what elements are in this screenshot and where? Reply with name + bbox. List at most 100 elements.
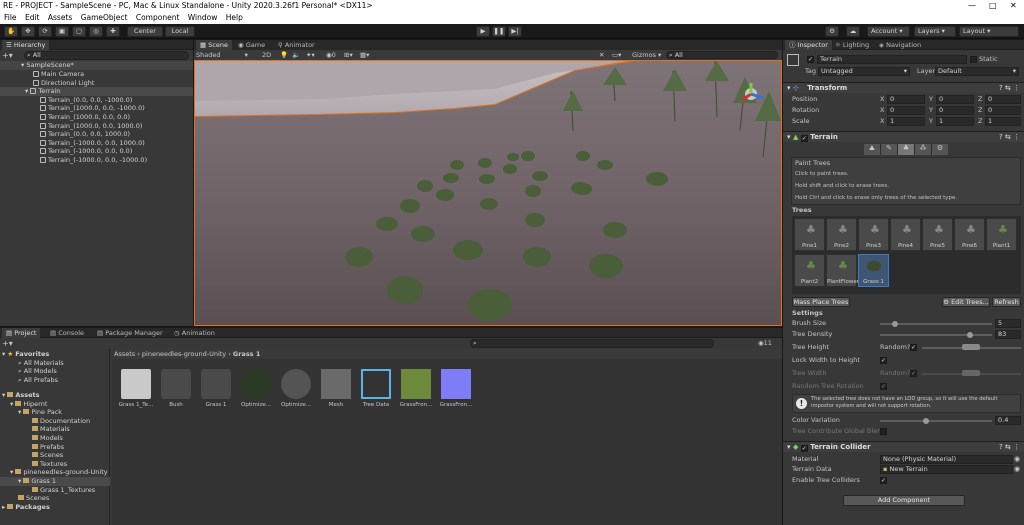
rect-tool-icon[interactable]: ▢	[72, 26, 86, 37]
asset-item[interactable]: Grass 1_Te...	[118, 369, 154, 408]
tree-tile[interactable]: ♣ Pine1	[794, 218, 825, 251]
account-dropdown[interactable]: Account ▾	[867, 26, 910, 37]
custom-tool-icon[interactable]: ✚	[106, 26, 120, 37]
scale-z-field[interactable]: 1	[985, 117, 1021, 126]
layer-dropdown[interactable]: Default ▾	[935, 67, 1019, 76]
object-picker-icon[interactable]: ◉	[1014, 465, 1020, 474]
hierarchy-search-input[interactable]: ⌕ All	[24, 51, 189, 60]
raise-terrain-icon[interactable]: ⛰	[864, 144, 880, 155]
assets-header[interactable]: ▾ Assets	[2, 391, 40, 400]
static-checkbox[interactable]	[970, 56, 977, 63]
hierarchy-child[interactable]: Terrain_(-1000.0, 0.0, 0.0)	[40, 147, 132, 156]
transform-tool-icon[interactable]: ◎	[89, 26, 103, 37]
edit-trees-button[interactable]: ⚙ Edit Trees...	[942, 297, 990, 307]
terrain-header[interactable]: ▾ ▲ ✓ Terrain? ⇆ ⋮	[783, 131, 1024, 142]
tab-scene[interactable]: ▦ Scene	[196, 40, 233, 50]
menu-file[interactable]: File	[4, 13, 17, 22]
maximize-icon[interactable]: □	[989, 0, 997, 11]
menu-component[interactable]: Component	[136, 13, 180, 22]
terrain-data-field[interactable]: ▪ New Terrain	[880, 465, 1013, 474]
hierarchy-item-main-camera[interactable]: Main Camera	[33, 70, 84, 79]
transform-header[interactable]: ▾ ⊹ Transform? ⇆ ⋮	[783, 82, 1024, 93]
collab-icon[interactable]: ⚙	[825, 26, 839, 37]
scene-viewport[interactable]	[194, 60, 782, 326]
asset-item[interactable]: GrassFron...	[398, 369, 434, 408]
terrain-collider-header[interactable]: ▾ ◆ ✓ Terrain Collider? ⇆ ⋮	[783, 441, 1024, 452]
breadcrumb-item[interactable]: Grass 1	[233, 350, 260, 358]
scale-tool-icon[interactable]: ▣	[55, 26, 69, 37]
lock-width-checkbox[interactable]: ✓	[880, 357, 887, 364]
scene-search-input[interactable]: ⌕ All	[666, 51, 778, 59]
favorite-item[interactable]: ⌕ All Prefabs	[18, 376, 58, 385]
terrain-enabled-checkbox[interactable]: ✓	[800, 135, 808, 142]
minimize-icon[interactable]: —	[968, 0, 976, 11]
paint-trees-icon[interactable]: ♣	[898, 144, 914, 155]
hierarchy-item-terrain[interactable]: ▾ Terrain	[0, 87, 193, 96]
layers-dropdown[interactable]: Layers ▾	[914, 26, 956, 37]
favorites-header[interactable]: ▾ ★ Favorites	[2, 350, 49, 359]
tab-lighting[interactable]: ☼ Lighting	[831, 40, 873, 50]
step-icon[interactable]: ▶|	[508, 26, 522, 37]
object-picker-icon[interactable]: ◉	[1014, 455, 1020, 464]
hierarchy-child[interactable]: Terrain_(0.0, 0.0, -1000.0)	[40, 96, 132, 105]
physic-material-field[interactable]: None (Physic Material)	[880, 455, 1013, 464]
tree-tile[interactable]: ♣ Pine5	[922, 218, 953, 251]
pause-icon[interactable]: ❚❚	[492, 26, 506, 37]
asset-item[interactable]: Optimize...	[238, 369, 274, 408]
hierarchy-child[interactable]: Terrain_(0.0, 0.0, 1000.0)	[40, 130, 130, 139]
tree-tile[interactable]: ♣ Plant2	[794, 254, 825, 287]
folder-item[interactable]: Textures	[32, 460, 67, 469]
shading-dropdown[interactable]: Shaded ▾	[196, 50, 254, 60]
mass-place-trees-button[interactable]: Mass Place Trees	[792, 297, 850, 307]
scene-root-item[interactable]: ▾ SampleScene*	[0, 61, 193, 70]
camera-settings-icon[interactable]: ▭▾	[612, 50, 621, 60]
menu-gameobject[interactable]: GameObject	[81, 13, 128, 22]
random-height-checkbox[interactable]: ✓	[910, 344, 917, 351]
folder-item[interactable]: Grass 1_Textures	[32, 486, 95, 495]
hierarchy-child[interactable]: Terrain_(-1000.0, 0.0, -1000.0)	[40, 156, 147, 165]
pivot-center-button[interactable]: Center	[127, 26, 163, 37]
asset-item[interactable]: Tree Data	[358, 369, 394, 408]
refresh-button[interactable]: Refresh	[992, 297, 1021, 307]
folder-item[interactable]: Materials	[32, 425, 70, 434]
tab-console[interactable]: ▤ Console	[46, 328, 88, 338]
project-search-input[interactable]: ⌕	[470, 339, 714, 348]
gizmos-dropdown[interactable]: Gizmos ▾	[632, 50, 661, 60]
hand-tool-icon[interactable]: ✋	[4, 26, 18, 37]
tab-animator[interactable]: ⚲ Animator	[274, 40, 319, 50]
tab-project[interactable]: ▤ Project	[2, 328, 41, 338]
folder-item[interactable]: ▾ pineneedles-ground-Unity	[10, 468, 108, 477]
asset-item[interactable]: Mesh	[318, 369, 354, 408]
hierarchy-child[interactable]: Terrain_(1000.0, 0.0, 1000.0)	[40, 122, 142, 131]
paint-brush-icon[interactable]: ✎	[881, 144, 897, 155]
tree-density-slider[interactable]	[880, 334, 992, 336]
2d-toggle[interactable]: 2D	[262, 50, 271, 60]
cloud-icon[interactable]: ☁	[846, 26, 860, 37]
tree-density-field[interactable]: 83	[995, 330, 1021, 339]
folder-item[interactable]: ▾ Pine Pack	[18, 408, 62, 417]
enable-tree-colliders-checkbox[interactable]: ✓	[880, 477, 887, 484]
tree-height-range-thumb[interactable]	[962, 344, 980, 350]
asset-item[interactable]: GrassFron...	[438, 369, 474, 408]
hierarchy-child[interactable]: Terrain_(-1000.0, 0.0, 1000.0)	[40, 139, 145, 148]
brush-size-field[interactable]: 5	[995, 319, 1021, 328]
hidden-objects-icon[interactable]: ◉0	[326, 50, 336, 60]
tree-tile[interactable]: ♣ Pine6	[954, 218, 985, 251]
favorite-item[interactable]: ⌕ All Models	[18, 367, 57, 376]
tab-animation[interactable]: ◷ Animation	[170, 328, 219, 338]
folder-item[interactable]: Documentation	[32, 417, 90, 426]
folder-item[interactable]: Scenes	[32, 451, 63, 460]
rotation-x-field[interactable]: 0	[887, 106, 925, 115]
rotation-z-field[interactable]: 0	[985, 106, 1021, 115]
grid-toggle-icon[interactable]: ⊞▾	[344, 50, 353, 60]
create-asset-icon[interactable]: +▾	[2, 339, 13, 348]
close-icon[interactable]: ✕	[1010, 0, 1017, 11]
packages-header[interactable]: ▸ Packages	[2, 503, 50, 512]
lighting-toggle-icon[interactable]: 💡	[280, 50, 288, 60]
folder-item[interactable]: ▾ Hipernt	[10, 400, 47, 409]
paint-details-icon[interactable]: ⁂	[915, 144, 931, 155]
menu-assets[interactable]: Assets	[48, 13, 72, 22]
breadcrumb-item[interactable]: pineneedles-ground-Unity	[142, 350, 226, 358]
tag-dropdown[interactable]: Untagged ▾	[818, 67, 910, 76]
position-x-field[interactable]: 0	[887, 95, 925, 104]
